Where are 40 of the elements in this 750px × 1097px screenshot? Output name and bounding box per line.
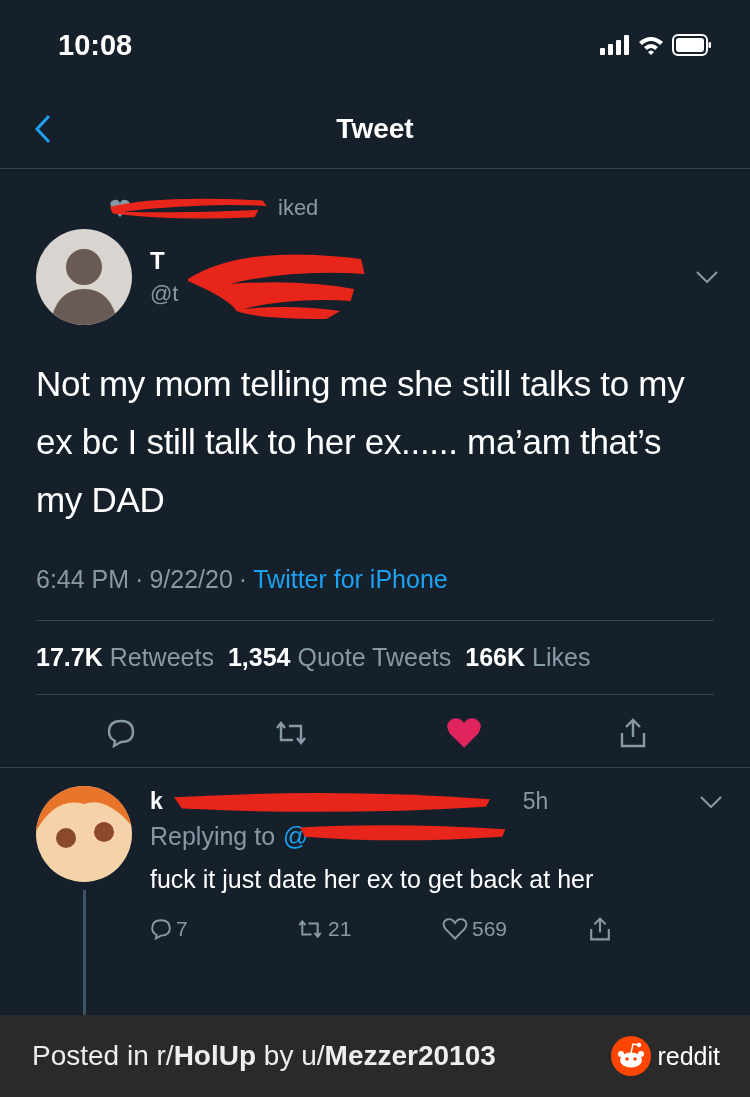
comment-icon[interactable] <box>150 918 172 940</box>
share-icon[interactable] <box>588 916 612 942</box>
wifi-icon <box>638 35 664 55</box>
like-count: 569 <box>472 917 508 941</box>
stat-label[interactable]: Likes <box>532 643 591 672</box>
brand-name: reddit <box>657 1041 720 1071</box>
stat-count: 1,354 <box>227 643 291 672</box>
author-name: T <box>150 247 166 275</box>
status-time: 10:08 <box>58 28 133 62</box>
tweet-date: 9/22/20 <box>149 565 233 593</box>
liked-label: iked <box>278 195 319 221</box>
source-link[interactable]: Twitter for iPhone <box>253 565 448 593</box>
battery-icon <box>672 34 712 56</box>
stat-label[interactable]: Retweets <box>109 643 214 672</box>
heart-icon[interactable] <box>442 918 468 940</box>
chevron-down-icon[interactable] <box>700 796 722 808</box>
separator-dot: · <box>238 565 248 593</box>
separator-dot: · <box>135 565 144 593</box>
replying-label: Replying to <box>150 822 276 851</box>
retweet-count: 21 <box>328 917 352 941</box>
share-icon[interactable] <box>618 717 648 749</box>
page-title: Tweet <box>336 113 414 145</box>
reply-text: fuck it just date her ex to get back at her <box>150 865 595 894</box>
tweet-time: 6:44 PM <box>36 565 130 593</box>
reddit-logo-icon <box>611 1036 652 1076</box>
heart-icon[interactable] <box>446 718 481 748</box>
reply-count: 7 <box>176 917 188 941</box>
retweet-icon[interactable] <box>296 919 324 939</box>
chevron-down-icon[interactable] <box>696 271 718 283</box>
signal-icon <box>600 35 630 55</box>
stat-count: 17.7K <box>36 643 103 672</box>
reply-author-name: k <box>150 787 163 815</box>
stat-count: 166K <box>465 643 526 672</box>
tweet-text: Not my mom telling me she still talks to my ex bc I still talk to her ex...... ma’am that’s my DAD <box>36 363 686 521</box>
post-credit: Posted in r/HolUp by u/Mezzer20103 <box>32 1040 496 1072</box>
reply-time: 5h <box>522 787 549 815</box>
back-icon[interactable] <box>34 114 52 144</box>
author-handle: @t <box>150 281 179 307</box>
comment-icon[interactable] <box>106 718 136 748</box>
stat-label[interactable]: Quote Tweets <box>297 643 452 672</box>
